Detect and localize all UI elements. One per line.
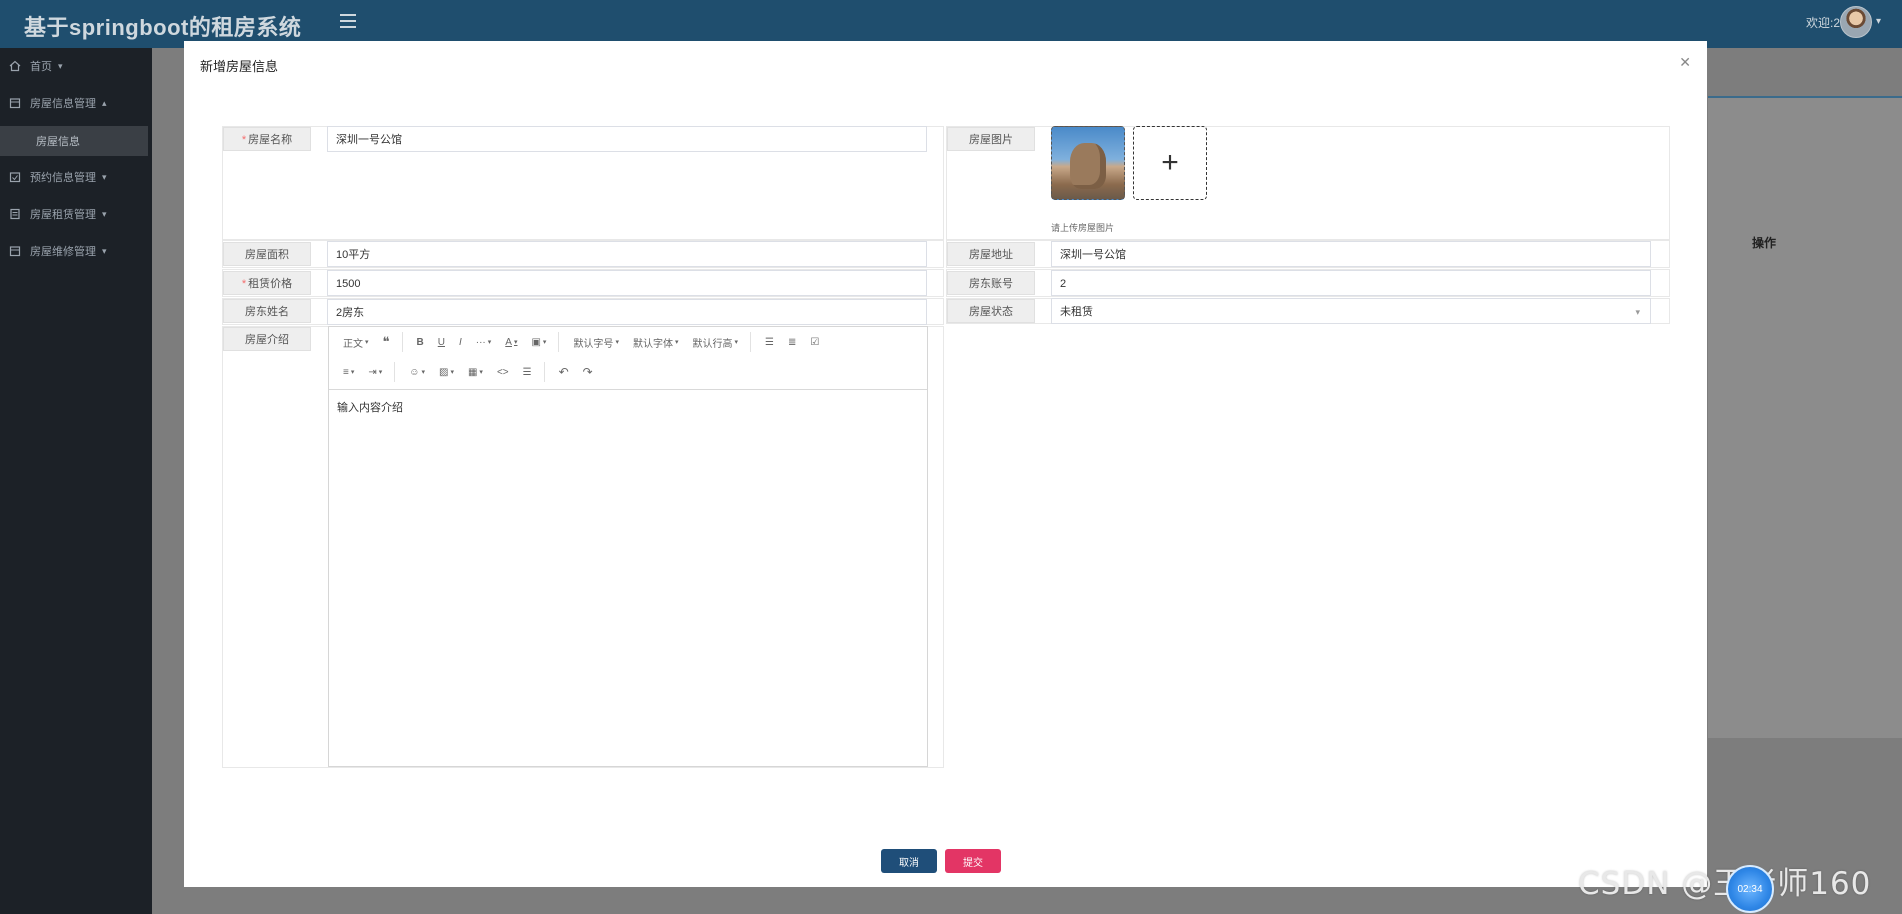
area-label: 房屋面积 (223, 242, 311, 266)
toolbar-divider (749, 332, 751, 352)
chevron-down-icon: ▾ (102, 208, 107, 219)
csdn-watermark: CSDN @王老师160 (1578, 866, 1872, 902)
image-icon[interactable]: ▨ ▾ (439, 367, 454, 378)
status-selected-value: 未租赁 (1060, 306, 1093, 318)
code-icon[interactable]: <> (497, 367, 509, 378)
plus-icon: + (1161, 146, 1179, 179)
toolbar-divider (401, 332, 403, 352)
font-family-dropdown[interactable]: 默认字体 ▾ (633, 335, 679, 350)
landlord-name-input[interactable]: 2房东 (327, 299, 927, 325)
rich-text-editor[interactable]: 正文 ▾ ❝ B U I ··· ▾ A ▾ ▣ ▾ 默认字号 ▾ 默认字体 ▾ 默认行高 ▾… (328, 326, 928, 767)
add-house-dialog: 新增房屋信息 ✕ * 房屋名称 深圳一号公馆 房屋面积 10平方 * 租赁价格 15… (184, 41, 1707, 887)
upload-tip: 请上传房屋图片 (1051, 223, 1115, 233)
landlord-account-input[interactable]: 2 (1051, 270, 1651, 296)
sidebar-item-label: 房屋信息管理 (30, 98, 96, 110)
chevron-down-icon: ▾ (102, 245, 107, 256)
divider-line-icon[interactable]: ☰ (523, 367, 532, 378)
toolbar-divider (543, 362, 545, 382)
line-height-dropdown[interactable]: 默认行高 ▾ (692, 335, 738, 350)
calendar-icon (8, 170, 22, 184)
close-icon[interactable]: ✕ (1679, 54, 1691, 71)
editor-content[interactable]: 输入内容介绍 (337, 399, 403, 415)
welcome-text: 欢迎:2 (1806, 16, 1841, 30)
quote-icon[interactable]: ❝ (383, 334, 390, 350)
image-label: 房屋图片 (947, 127, 1035, 151)
chevron-down-icon[interactable]: ▾ (1876, 16, 1881, 27)
house-status-select[interactable]: 未租赁 ▾ (1051, 298, 1651, 324)
tool-icon (8, 244, 22, 258)
bold-icon[interactable]: B (417, 337, 424, 348)
landlord-account-label: 房东账号 (947, 271, 1035, 295)
editor-toolbar-row-2: ≡ ▾ ⇥ ▾ ☺ ▾ ▨ ▾ ▦ ▾ <> ☰ ↶ ↷ (329, 357, 927, 387)
sidebar-item-home[interactable]: 首页 ▾ (0, 48, 152, 84)
redo-icon[interactable]: ↷ (583, 365, 593, 379)
undo-icon[interactable]: ↶ (559, 365, 569, 379)
paragraph-dropdown[interactable]: 正文 ▾ (343, 335, 369, 350)
status-label: 房屋状态 (947, 299, 1035, 323)
sidebar-item-rental[interactable]: 房屋租赁管理 ▾ (0, 196, 152, 232)
intro-label: 房屋介绍 (223, 327, 311, 351)
table-icon[interactable]: ▦ ▾ (468, 367, 483, 378)
editor-toolbar-row-1: 正文 ▾ ❝ B U I ··· ▾ A ▾ ▣ ▾ 默认字号 ▾ 默认字体 ▾ 默认行高 ▾… (329, 327, 927, 357)
indent-icon[interactable]: ⇥ ▾ (368, 367, 382, 378)
chevron-down-icon: ▾ (1635, 307, 1640, 317)
cancel-button[interactable]: 取消 (881, 849, 937, 873)
sidebar-item-label: 房屋租赁管理 (30, 209, 96, 221)
add-image-button[interactable]: + (1133, 126, 1207, 200)
price-label: * 租赁价格 (223, 271, 311, 295)
sidebar-subitem-house-info[interactable]: 房屋信息 (0, 126, 148, 156)
chevron-down-icon: ▾ (58, 60, 63, 71)
emoji-icon[interactable]: ☺ ▾ (409, 367, 425, 378)
sidebar-item-label: 房屋维修管理 (30, 246, 96, 258)
sidebar-item-label: 预约信息管理 (30, 172, 96, 184)
chevron-down-icon: ▾ (102, 171, 107, 182)
timer-badge: 02:34 (1726, 865, 1774, 913)
bullet-list-icon[interactable]: ☰ (765, 337, 774, 348)
document-icon (8, 207, 22, 221)
todo-checkbox-icon[interactable]: ☑ (810, 337, 819, 348)
uploaded-house-image[interactable] (1051, 126, 1125, 200)
submit-button[interactable]: 提交 (945, 849, 1001, 873)
operation-column-header: 操作 (1752, 236, 1777, 250)
sidebar-item-maintenance[interactable]: 房屋维修管理 ▾ (0, 233, 152, 269)
toolbar-divider (394, 362, 396, 382)
chevron-up-icon: ▴ (102, 97, 107, 108)
background-table-card (1708, 96, 1902, 738)
sidebar-item-reservation[interactable]: 预约信息管理 ▾ (0, 159, 152, 195)
user-avatar[interactable] (1840, 6, 1872, 38)
house-address-input[interactable]: 深圳一号公馆 (1051, 241, 1651, 267)
sidebar-item-house-info[interactable]: 房屋信息管理 ▴ (0, 85, 152, 121)
building-icon (8, 96, 22, 110)
background-color-icon[interactable]: ▣ ▾ (531, 337, 546, 348)
dialog-title: 新增房屋信息 (200, 59, 279, 74)
underline-icon[interactable]: U (438, 337, 445, 348)
rent-price-input[interactable]: 1500 (327, 270, 927, 296)
landlord-name-label: 房东姓名 (223, 299, 311, 323)
font-color-icon[interactable]: A ▾ (505, 337, 517, 348)
address-label: 房屋地址 (947, 242, 1035, 266)
house-area-input[interactable]: 10平方 (327, 241, 927, 267)
editor-divider (329, 389, 927, 390)
sidebar-item-label: 首页 (30, 61, 52, 73)
italic-icon[interactable]: I (459, 337, 462, 348)
align-icon[interactable]: ≡ ▾ (343, 367, 354, 378)
name-label: * 房屋名称 (223, 127, 311, 151)
app-title: 基于springboot的租房系统 (24, 15, 302, 40)
toolbar-divider (558, 332, 560, 352)
more-icon[interactable]: ··· ▾ (476, 337, 492, 348)
font-size-dropdown[interactable]: 默认字号 ▾ (573, 335, 619, 350)
menu-toggle-icon[interactable] (340, 14, 356, 28)
numbered-list-icon[interactable]: ≣ (788, 337, 796, 348)
house-name-input[interactable]: 深圳一号公馆 (327, 126, 927, 152)
home-icon (8, 59, 22, 73)
sidebar: 首页 ▾ 房屋信息管理 ▴ 房屋信息 预约信息管理 ▾ 房屋租赁管理 ▾ 房屋维… (0, 48, 152, 914)
